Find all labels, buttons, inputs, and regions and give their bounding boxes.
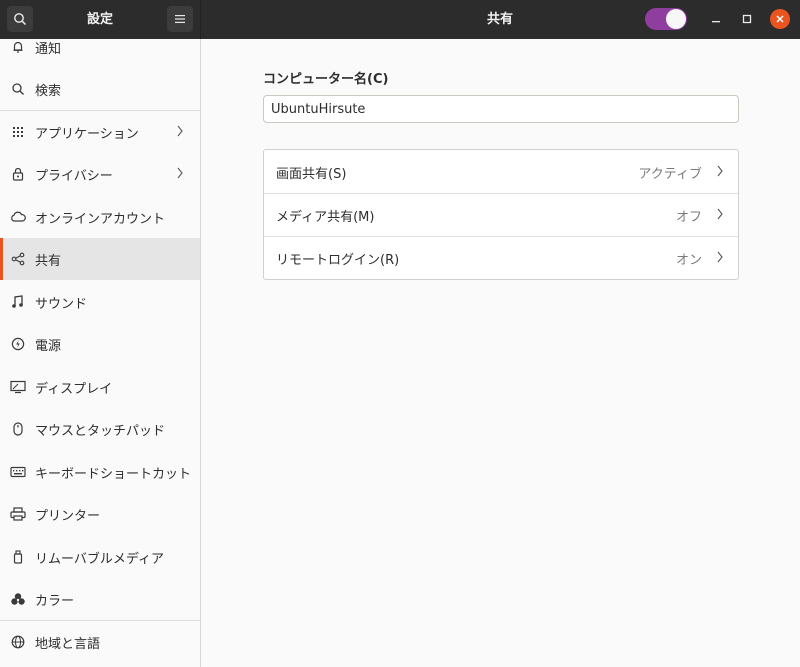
close-icon <box>776 15 784 23</box>
sidebar-item-label: 地域と言語 <box>35 636 101 652</box>
media-sharing-row[interactable]: メディア共有(M) オフ <box>264 193 738 236</box>
chevron-right-icon <box>177 167 183 179</box>
maximize-icon <box>742 14 752 24</box>
sidebar-item-sound[interactable]: サウンド <box>0 281 200 323</box>
sidebar-item-label: アプリケーション <box>35 126 139 142</box>
row-status: オン <box>675 253 702 268</box>
mouse-icon <box>10 421 26 437</box>
globe-icon <box>10 634 26 650</box>
sidebar-item-label: カラー <box>35 593 75 609</box>
sidebar-item-notifications[interactable]: 通知 <box>0 39 200 68</box>
sidebar-item-privacy[interactable]: プライバシー <box>0 153 200 195</box>
power-icon <box>10 336 26 352</box>
keyboard-icon <box>10 464 26 480</box>
sharing-services-list: 画面共有(S) アクティブ メディア共有(M) オフ リモートログイン(R) オ… <box>263 149 739 280</box>
chevron-right-icon <box>717 208 723 220</box>
row-label: メディア共有(M) <box>276 210 375 225</box>
sidebar-item-removable-media[interactable]: リムーバブルメディア <box>0 536 200 578</box>
minimize-button[interactable] <box>706 9 726 29</box>
sidebar-item-label: サウンド <box>35 296 88 312</box>
search-button[interactable] <box>7 6 33 32</box>
lock-icon <box>10 166 26 182</box>
sidebar-item-label: オンラインアカウント <box>35 211 166 227</box>
bell-icon <box>10 39 26 55</box>
sidebar-item-label: 共有 <box>35 253 62 269</box>
music-note-icon <box>10 294 26 310</box>
display-icon <box>10 379 26 395</box>
sidebar-item-label: キーボードショートカット <box>35 466 192 482</box>
sidebar-item-applications[interactable]: アプリケーション <box>0 111 200 153</box>
row-label: リモートログイン(R) <box>276 253 400 268</box>
header-bar: 設定 共有 <box>0 0 800 40</box>
sidebar-item-displays[interactable]: ディスプレイ <box>0 366 200 408</box>
sidebar-item-keyboard-shortcuts[interactable]: キーボードショートカット <box>0 451 200 493</box>
sidebar-item-label: 検索 <box>35 83 62 99</box>
menu-button[interactable] <box>167 6 193 32</box>
sidebar-item-region-language[interactable]: 地域と言語 <box>0 621 200 663</box>
header-divider <box>200 0 201 39</box>
computer-name-input[interactable] <box>264 96 731 122</box>
page-title: 共有 <box>486 12 513 27</box>
sidebar-title: 設定 <box>86 12 113 27</box>
sharing-toggle[interactable] <box>645 8 687 30</box>
sidebar-item-label: ディスプレイ <box>35 381 113 397</box>
row-status: アクティブ <box>638 167 702 182</box>
share-icon <box>10 251 26 267</box>
sidebar-item-printers[interactable]: プリンター <box>0 493 200 535</box>
search-icon <box>10 81 26 97</box>
maximize-button[interactable] <box>737 9 757 29</box>
printer-icon <box>10 506 26 522</box>
screen-sharing-row[interactable]: 画面共有(S) アクティブ <box>264 150 738 193</box>
row-status: オフ <box>675 210 702 225</box>
removable-media-icon <box>10 549 26 565</box>
hamburger-icon <box>175 15 185 23</box>
search-icon <box>14 13 27 26</box>
cloud-icon <box>10 209 26 225</box>
remote-login-row[interactable]: リモートログイン(R) オン <box>264 236 738 279</box>
toggle-knob <box>666 9 686 29</box>
row-label: 画面共有(S) <box>276 167 347 182</box>
sidebar-item-search[interactable]: 検索 <box>0 68 200 110</box>
computer-name-field[interactable] <box>263 95 739 123</box>
sidebar-item-label: リムーバブルメディア <box>35 551 164 567</box>
sidebar-item-label: 通知 <box>35 41 62 57</box>
sidebar-item-label: 電源 <box>35 338 62 354</box>
sidebar-item-power[interactable]: 電源 <box>0 323 200 365</box>
sidebar: 通知 検索 アプリケーション プライバシー オンラインアカウント 共有 サウンド… <box>0 39 201 667</box>
sharing-panel: コンピューター名(C) 画面共有(S) アクティブ メディア共有(M) オフ リ… <box>201 39 800 667</box>
sidebar-item-online-accounts[interactable]: オンラインアカウント <box>0 196 200 238</box>
sidebar-item-sharing[interactable]: 共有 <box>0 238 200 280</box>
sidebar-item-label: プリンター <box>35 508 101 524</box>
computer-name-label: コンピューター名(C) <box>263 72 389 87</box>
chevron-right-icon <box>717 165 723 177</box>
sidebar-item-color[interactable]: カラー <box>0 578 200 620</box>
apps-grid-icon <box>10 124 26 140</box>
close-button[interactable] <box>770 9 790 29</box>
sidebar-item-label: プライバシー <box>35 168 113 184</box>
chevron-right-icon <box>177 125 183 137</box>
minimize-icon <box>712 21 720 23</box>
chevron-right-icon <box>717 251 723 263</box>
color-icon <box>10 591 26 607</box>
sidebar-item-mouse-touchpad[interactable]: マウスとタッチパッド <box>0 408 200 450</box>
sidebar-item-label: マウスとタッチパッド <box>35 423 166 439</box>
